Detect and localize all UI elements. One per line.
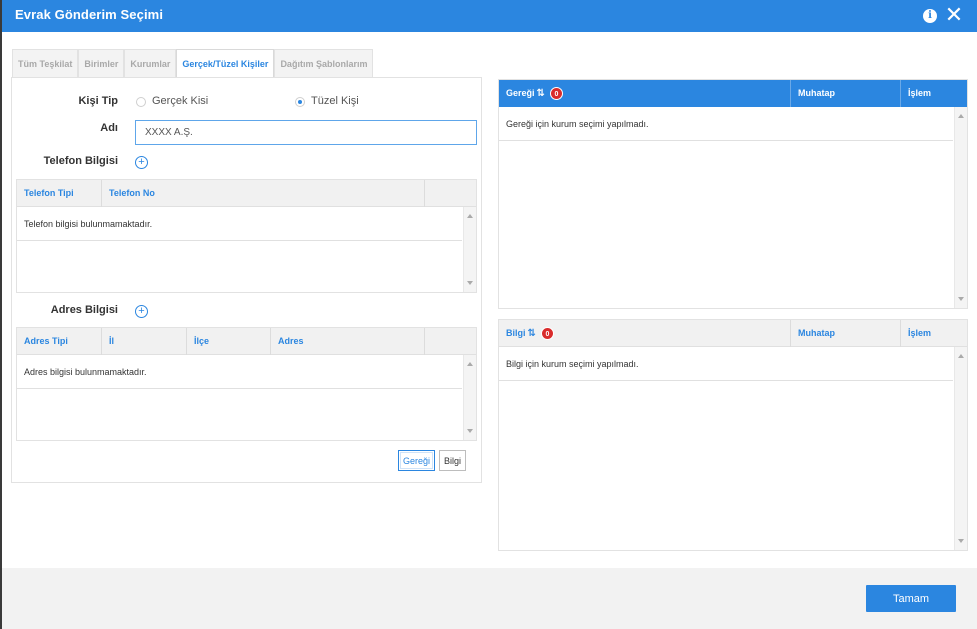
bilgi-title: Bilgi (506, 328, 526, 338)
info-icon[interactable]: i (923, 9, 937, 23)
radio-gercek-kisi[interactable] (136, 97, 146, 107)
geregi-grid: Gereği ⇅ 0 Muhatap İşlem Gereği için kurum… (498, 79, 968, 309)
adres-empty-row: Adres bilgisi bulunmamaktadır. (17, 355, 462, 389)
close-icon[interactable]: ✕ (943, 4, 965, 26)
bilgi-count-badge: 0 (540, 327, 554, 341)
dialog-footer: Tamam (2, 568, 977, 629)
scroll-up-icon[interactable] (958, 354, 964, 358)
bilgi-scrollbar[interactable] (954, 347, 967, 550)
scroll-down-icon[interactable] (467, 429, 473, 433)
geregi-title: Gereği (506, 88, 535, 98)
col-bilgi[interactable]: Bilgi ⇅ 0 (499, 320, 791, 347)
col-geregi[interactable]: Gereği ⇅ 0 (499, 80, 791, 107)
col-adres[interactable]: Adres (271, 328, 425, 355)
tab-dagitim-sablonlarim[interactable]: Dağıtım Şablonlarım (274, 49, 374, 77)
scroll-up-icon[interactable] (467, 362, 473, 366)
tab-bar: Tüm Teşkilat Birimler Kurumlar Gerçek/Tü… (12, 49, 374, 77)
scroll-up-icon[interactable] (467, 214, 473, 218)
sort-icon[interactable]: ⇅ (537, 88, 545, 99)
adres-bilgisi-label: Adres Bilgisi (50, 304, 118, 316)
radio-tuzel-kisi[interactable] (295, 97, 305, 107)
bilgi-empty-row: Bilgi için kurum seçimi yapılmadı. (499, 347, 953, 381)
col-il[interactable]: İl (102, 328, 187, 355)
adres-grid: Adres Tipi İl İlçe Adres Adres bilgisi b… (16, 327, 477, 441)
scroll-up-icon[interactable] (958, 114, 964, 118)
telefon-empty-row: Telefon bilgisi bulunmamaktadır. (17, 207, 462, 241)
adres-grid-header: Adres Tipi İl İlçe Adres (17, 328, 476, 355)
col-telefon-no[interactable]: Telefon No (102, 180, 425, 207)
geregi-grid-header: Gereği ⇅ 0 Muhatap İşlem (499, 80, 967, 107)
col-ilce[interactable]: İlçe (187, 328, 271, 355)
telefon-grid-header: Telefon Tipi Telefon No (17, 180, 476, 207)
kisi-tip-label: Kişi Tip (78, 95, 118, 107)
geregi-scrollbar[interactable] (954, 107, 967, 308)
tab-gercek-tuzel-kisiler[interactable]: Gerçek/Tüzel Kişiler (176, 49, 275, 77)
scroll-down-icon[interactable] (958, 297, 964, 301)
tamam-button[interactable]: Tamam (866, 585, 956, 612)
col-telefon-tipi[interactable]: Telefon Tipi (17, 180, 102, 207)
geregi-empty-row: Gereği için kurum seçimi yapılmadı. (499, 107, 953, 141)
scroll-down-icon[interactable] (467, 281, 473, 285)
person-form-panel: Kişi Tip Gerçek Kisi Tüzel Kişi Adı Tele… (11, 77, 482, 483)
telefon-grid: Telefon Tipi Telefon No Telefon bilgisi … (16, 179, 477, 293)
col-geregi-muhatap[interactable]: Muhatap (791, 80, 901, 107)
radio-gercek-kisi-label[interactable]: Gerçek Kisi (152, 95, 208, 107)
bilgi-grid: Bilgi ⇅ 0 Muhatap İşlem Bilgi için kurum s… (498, 319, 968, 551)
tab-kurumlar[interactable]: Kurumlar (124, 49, 177, 77)
dialog-title: Evrak Gönderim Seçimi (15, 7, 164, 22)
col-bilgi-islem[interactable]: İşlem (901, 320, 967, 347)
adi-label: Adı (100, 122, 118, 134)
col-adres-tipi[interactable]: Adres Tipi (17, 328, 102, 355)
radio-tuzel-kisi-label[interactable]: Tüzel Kişi (311, 95, 359, 107)
bilgi-button[interactable]: Bilgi (439, 450, 467, 471)
dialog: Evrak Gönderim Seçimi i ✕ Tüm Teşkilat B… (2, 0, 977, 629)
sort-icon[interactable]: ⇅ (528, 328, 536, 339)
tab-tum-teskilat[interactable]: Tüm Teşkilat (12, 49, 79, 77)
geregi-count-badge: 0 (549, 87, 563, 101)
title-bar: Evrak Gönderim Seçimi i ✕ (2, 0, 977, 32)
col-geregi-islem[interactable]: İşlem (901, 80, 967, 107)
tab-birimler[interactable]: Birimler (78, 49, 125, 77)
telefon-bilgisi-label: Telefon Bilgisi (43, 155, 118, 167)
bilgi-grid-header: Bilgi ⇅ 0 Muhatap İşlem (499, 320, 967, 347)
dialog-content: Tüm Teşkilat Birimler Kurumlar Gerçek/Tü… (2, 32, 977, 568)
adi-input[interactable] (135, 120, 477, 145)
add-telefon-plus-circle-icon[interactable]: + (135, 156, 148, 169)
col-bilgi-muhatap[interactable]: Muhatap (791, 320, 901, 347)
telefon-scrollbar[interactable] (463, 207, 476, 292)
scroll-down-icon[interactable] (958, 539, 964, 543)
geregi-button[interactable]: Gereği (398, 450, 436, 471)
adres-scrollbar[interactable] (463, 355, 476, 440)
add-adres-plus-circle-icon[interactable]: + (135, 305, 148, 318)
